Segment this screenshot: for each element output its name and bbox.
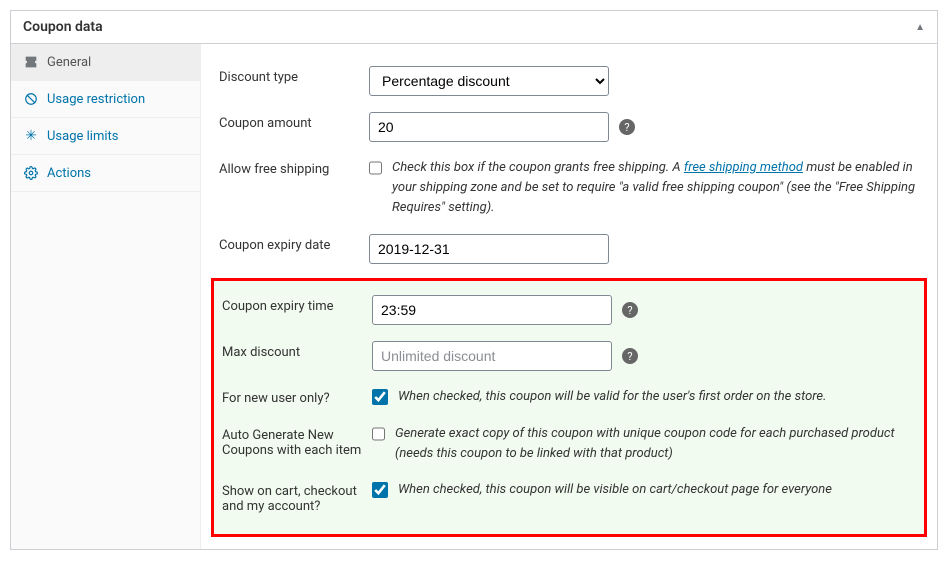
label-max-discount: Max discount bbox=[222, 341, 372, 360]
label-show-on-cart: Show on cart, checkout and my account? bbox=[222, 480, 372, 514]
tab-label: Usage restriction bbox=[47, 92, 145, 107]
row-expiry-time: Coupon expiry time ? bbox=[222, 287, 916, 333]
row-discount-type: Discount type Percentage discount bbox=[219, 58, 919, 104]
block-icon bbox=[23, 91, 39, 107]
tabs-list: General Usage restriction ✳ Usage limits bbox=[11, 44, 201, 549]
auto-generate-checkbox[interactable] bbox=[372, 426, 385, 442]
expiry-date-input[interactable] bbox=[369, 234, 609, 264]
show-on-cart-checkbox[interactable] bbox=[372, 482, 388, 498]
tab-label: General bbox=[47, 55, 91, 70]
label-expiry-date: Coupon expiry date bbox=[219, 234, 369, 253]
tab-content-general: Discount type Percentage discount Coupon… bbox=[201, 44, 937, 549]
tab-label: Actions bbox=[47, 166, 91, 181]
new-user-only-desc: When checked, this coupon will be valid … bbox=[398, 387, 826, 407]
max-discount-input[interactable] bbox=[372, 341, 612, 371]
collapse-icon: ▲ bbox=[915, 22, 925, 33]
panel-header[interactable]: Coupon data ▲ bbox=[11, 11, 937, 44]
coupon-amount-input[interactable] bbox=[369, 112, 609, 142]
expiry-time-input[interactable] bbox=[372, 295, 612, 325]
help-icon[interactable]: ? bbox=[619, 119, 635, 135]
discount-type-select[interactable]: Percentage discount bbox=[369, 66, 609, 96]
coupon-data-panel: Coupon data ▲ General Usage restriction bbox=[10, 10, 938, 550]
tab-actions[interactable]: Actions bbox=[11, 155, 200, 192]
free-shipping-checkbox[interactable] bbox=[369, 160, 382, 176]
row-show-on-cart: Show on cart, checkout and my account? W… bbox=[222, 472, 916, 522]
label-free-shipping: Allow free shipping bbox=[219, 158, 369, 177]
tab-usage-limits[interactable]: ✳ Usage limits bbox=[11, 118, 200, 155]
auto-generate-desc: Generate exact copy of this coupon with … bbox=[395, 424, 916, 464]
ticket-icon bbox=[23, 54, 39, 70]
asterisk-icon: ✳ bbox=[23, 128, 39, 144]
gear-icon bbox=[23, 165, 39, 181]
new-user-only-checkbox[interactable] bbox=[372, 389, 388, 405]
free-shipping-desc: Check this box if the coupon grants free… bbox=[392, 158, 919, 218]
row-max-discount: Max discount ? bbox=[222, 333, 916, 379]
row-free-shipping: Allow free shipping Check this box if th… bbox=[219, 150, 919, 226]
help-icon[interactable]: ? bbox=[622, 302, 638, 318]
panel-title: Coupon data bbox=[23, 19, 103, 35]
help-icon[interactable]: ? bbox=[622, 348, 638, 364]
show-on-cart-desc: When checked, this coupon will be visibl… bbox=[398, 480, 832, 500]
label-auto-generate: Auto Generate New Coupons with each item bbox=[222, 424, 372, 458]
label-expiry-time: Coupon expiry time bbox=[222, 295, 372, 314]
row-auto-generate: Auto Generate New Coupons with each item… bbox=[222, 416, 916, 472]
row-expiry-date: Coupon expiry date bbox=[219, 226, 919, 272]
tab-label: Usage limits bbox=[47, 129, 118, 144]
tab-general[interactable]: General bbox=[11, 44, 200, 81]
label-coupon-amount: Coupon amount bbox=[219, 112, 369, 131]
tab-usage-restriction[interactable]: Usage restriction bbox=[11, 81, 200, 118]
label-new-user-only: For new user only? bbox=[222, 387, 372, 406]
row-new-user-only: For new user only? When checked, this co… bbox=[222, 379, 916, 415]
free-shipping-link[interactable]: free shipping method bbox=[684, 160, 803, 175]
highlighted-extra-fields: Coupon expiry time ? Max discount ? For … bbox=[211, 278, 927, 536]
label-discount-type: Discount type bbox=[219, 66, 369, 85]
row-coupon-amount: Coupon amount ? bbox=[219, 104, 919, 150]
